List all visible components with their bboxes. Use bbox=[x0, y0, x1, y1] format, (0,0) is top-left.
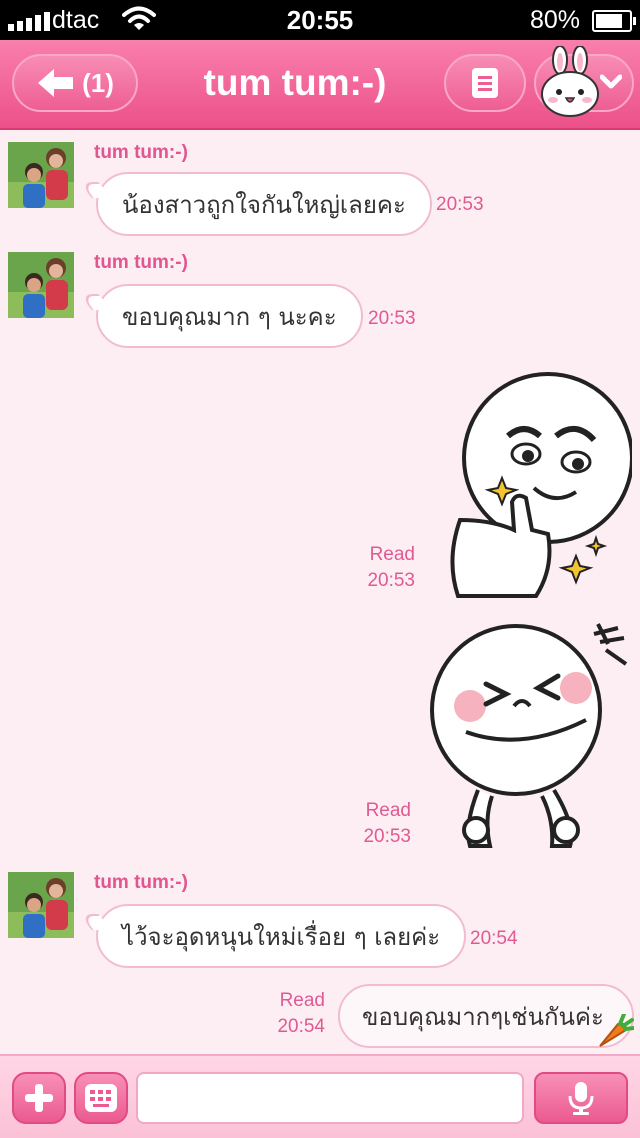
message-input[interactable] bbox=[136, 1072, 524, 1124]
carrot-icon bbox=[596, 1012, 636, 1055]
keyboard-icon bbox=[85, 1084, 117, 1112]
input-bar bbox=[0, 1054, 640, 1138]
chat-area[interactable]: tum tum:-) น้องสาวถูกใจกันใหญ่เลยคะ 20:5… bbox=[0, 130, 640, 1054]
message-text: ขอบคุณมากๆเช่นกันค่ะ bbox=[362, 1002, 604, 1031]
read-status: Read bbox=[365, 800, 411, 821]
sender-avatar[interactable] bbox=[8, 252, 74, 318]
plus-icon bbox=[25, 1084, 53, 1112]
chat-title: tum tum:-) bbox=[203, 62, 387, 103]
read-status: Read bbox=[369, 544, 415, 565]
back-button[interactable]: (1) bbox=[12, 54, 138, 112]
sender-name: tum tum:-) bbox=[94, 142, 188, 163]
message-bubble[interactable]: น้องสาวถูกใจกันใหญ่เลยคะ bbox=[96, 172, 432, 236]
sender-avatar[interactable] bbox=[8, 872, 74, 938]
message-time: 20:53 bbox=[367, 570, 415, 591]
message-meta: Read 20:54 bbox=[250, 988, 325, 1040]
message-time: 20:54 bbox=[470, 928, 518, 949]
thumbs-up-smirk-sticker[interactable] bbox=[436, 370, 634, 607]
bunny-sticker-icon bbox=[541, 46, 599, 117]
message-meta: Read 20:53 bbox=[340, 542, 415, 594]
battery-icon bbox=[592, 10, 636, 32]
message-time: 20:53 bbox=[436, 194, 484, 215]
add-button[interactable] bbox=[12, 1072, 66, 1124]
battery-percent: 80% bbox=[530, 6, 581, 34]
message-bubble[interactable]: ขอบคุณมาก ๆ นะคะ bbox=[96, 284, 363, 348]
chevron-down-icon bbox=[600, 74, 622, 89]
list-icon bbox=[472, 68, 498, 98]
message-time: 20:53 bbox=[363, 826, 411, 847]
message-bubble[interactable]: ไว้จะอุดหนุนใหม่เรื่อย ๆ เลยค่ะ bbox=[96, 904, 467, 968]
sent-message-bubble[interactable]: ขอบคุณมากๆเช่นกันค่ะ bbox=[338, 984, 634, 1048]
laughing-face-sticker[interactable] bbox=[426, 620, 632, 859]
chat-header: (1) tum tum:-) bbox=[0, 40, 640, 130]
message-time: 20:54 bbox=[277, 1016, 325, 1037]
sender-name: tum tum:-) bbox=[94, 872, 188, 893]
menu-button[interactable] bbox=[444, 54, 526, 112]
arrow-left-icon bbox=[38, 69, 74, 97]
sticker-menu-button[interactable] bbox=[534, 46, 634, 117]
battery-fill bbox=[596, 14, 622, 28]
unread-count: (1) bbox=[82, 67, 114, 98]
message-time: 20:53 bbox=[368, 308, 416, 329]
message-meta: Read 20:53 bbox=[336, 798, 411, 850]
keyboard-button[interactable] bbox=[74, 1072, 128, 1124]
voice-button[interactable] bbox=[534, 1072, 628, 1124]
microphone-icon bbox=[568, 1082, 594, 1115]
sender-name: tum tum:-) bbox=[94, 252, 188, 273]
sender-avatar[interactable] bbox=[8, 142, 74, 208]
read-status: Read bbox=[279, 990, 325, 1011]
status-bar: dtac 20:55 80% bbox=[0, 0, 640, 40]
